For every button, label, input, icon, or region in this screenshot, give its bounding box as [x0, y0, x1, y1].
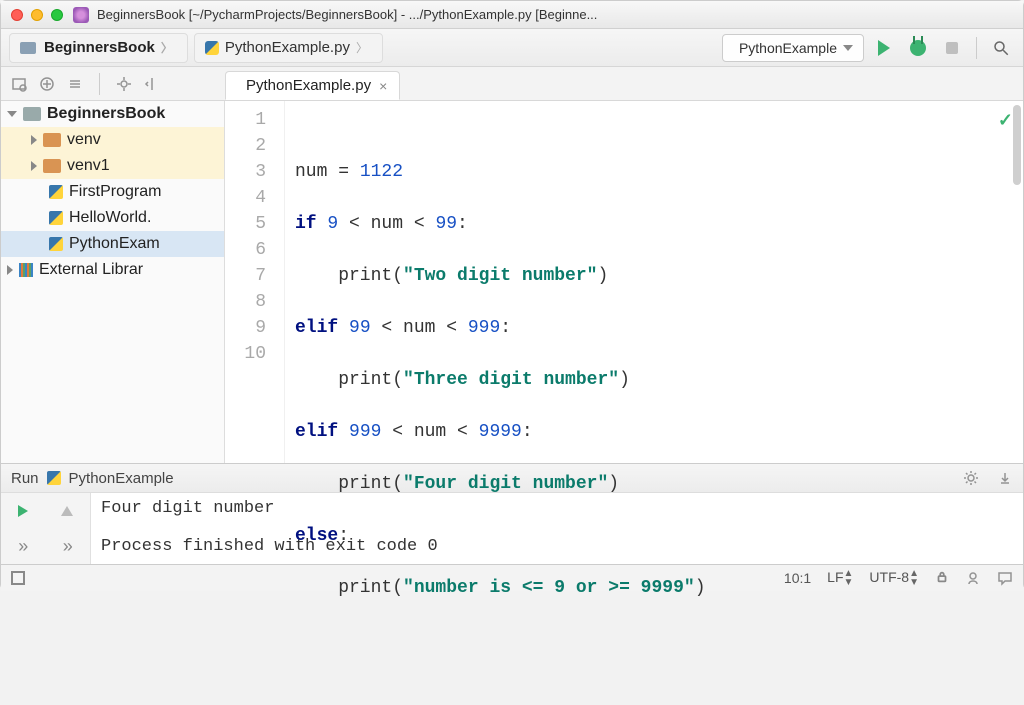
stop-icon	[946, 42, 958, 54]
line-number: 5	[225, 211, 266, 237]
chevron-right-icon: 〉	[356, 39, 368, 56]
library-icon	[19, 263, 33, 277]
line-number: 7	[225, 263, 266, 289]
stop-button[interactable]	[938, 34, 966, 62]
line-number: 8	[225, 289, 266, 315]
collapse-all-button[interactable]	[67, 76, 83, 92]
folder-icon	[43, 133, 61, 147]
run-button[interactable]	[870, 34, 898, 62]
code-content[interactable]: num = 1122 if 9 < num < 99: print("Two d…	[285, 101, 1023, 463]
editor-scrollbar[interactable]	[1013, 105, 1021, 185]
line-number: 6	[225, 237, 266, 263]
close-tab-button[interactable]: ×	[379, 78, 387, 94]
run-config-name: PythonExample	[739, 40, 837, 56]
editor-tab[interactable]: PythonExample.py ×	[225, 71, 400, 100]
hide-button[interactable]	[144, 76, 160, 92]
expand-icon[interactable]	[7, 111, 17, 117]
console-line: Four digit number	[101, 499, 274, 518]
search-button[interactable]	[987, 34, 1015, 62]
titlebar: BeginnersBook [~/PycharmProjects/Beginne…	[1, 1, 1023, 29]
rerun-button[interactable]	[18, 505, 28, 517]
expand-icon[interactable]	[7, 265, 13, 275]
settings-button[interactable]	[116, 76, 132, 92]
breadcrumb-project[interactable]: BeginnersBook 〉	[9, 33, 188, 63]
select-opened-file-button[interactable]	[11, 76, 27, 92]
inspection-ok-icon: ✓	[998, 109, 1013, 135]
line-number: 4	[225, 185, 266, 211]
tree-item-pythonexample[interactable]: PythonExam	[1, 231, 224, 257]
chevron-right-icon: 〉	[161, 39, 173, 56]
tree-label: venv	[67, 131, 101, 149]
python-file-icon	[205, 41, 219, 55]
bug-icon	[910, 40, 926, 56]
folder-icon	[20, 42, 36, 54]
main-area: BeginnersBook venv venv1 FirstProgram He…	[1, 101, 1023, 463]
more-actions-button[interactable]: »	[63, 536, 73, 557]
expand-all-button[interactable]	[39, 76, 55, 92]
debug-button[interactable]	[904, 34, 932, 62]
run-settings-button[interactable]	[963, 470, 979, 486]
folder-icon	[23, 107, 41, 121]
python-file-icon	[49, 237, 63, 251]
inspector-icon[interactable]	[965, 570, 981, 586]
tree-item-firstprogram[interactable]: FirstProgram	[1, 179, 224, 205]
line-number: 2	[225, 133, 266, 159]
tree-external-libraries[interactable]: External Librar	[1, 257, 224, 283]
run-panel-config: PythonExample	[69, 470, 174, 487]
tree-item-venv[interactable]: venv	[1, 127, 224, 153]
tree-label: External Librar	[39, 261, 143, 279]
breadcrumb-project-label: BeginnersBook	[44, 39, 155, 56]
play-icon	[878, 40, 890, 56]
toolbar-separator	[976, 37, 977, 59]
line-number-gutter: 1 2 3 4 5 6 7 8 9 10	[225, 101, 285, 463]
close-window-button[interactable]	[11, 9, 23, 21]
minimize-window-button[interactable]	[31, 9, 43, 21]
run-config-selector[interactable]: PythonExample	[722, 34, 864, 62]
line-number: 10	[225, 341, 266, 367]
breadcrumb-file[interactable]: PythonExample.py 〉	[194, 33, 383, 63]
tree-root-label: BeginnersBook	[47, 105, 165, 123]
expand-icon[interactable]	[31, 161, 37, 171]
tree-label: FirstProgram	[69, 183, 161, 201]
sub-toolbar: PythonExample.py ×	[1, 67, 1023, 101]
tree-label: venv1	[67, 157, 110, 175]
feedback-icon[interactable]	[997, 570, 1013, 586]
toolbar-separator	[99, 73, 100, 95]
line-number: 1	[225, 107, 266, 133]
tree-root[interactable]: BeginnersBook	[1, 101, 224, 127]
breadcrumb-file-label: PythonExample.py	[225, 39, 350, 56]
pycharm-app-icon	[73, 7, 89, 23]
folder-icon	[43, 159, 61, 173]
editor-tab-filename: PythonExample.py	[246, 77, 371, 94]
python-file-icon	[49, 211, 63, 225]
line-number: 3	[225, 159, 266, 185]
window-controls	[11, 9, 63, 21]
line-number: 9	[225, 315, 266, 341]
more-actions-button[interactable]: »	[18, 536, 28, 557]
tree-item-venv1[interactable]: venv1	[1, 153, 224, 179]
main-toolbar: BeginnersBook 〉 PythonExample.py 〉 Pytho…	[1, 29, 1023, 67]
window-title: BeginnersBook [~/PycharmProjects/Beginne…	[97, 7, 597, 22]
search-icon	[992, 39, 1010, 57]
maximize-window-button[interactable]	[51, 9, 63, 21]
python-file-icon	[47, 471, 61, 485]
current-line-highlight	[285, 341, 1023, 367]
code-editor[interactable]: 1 2 3 4 5 6 7 8 9 10 num = 1122 if 9 < n…	[225, 101, 1023, 463]
tree-label: PythonExam	[69, 235, 160, 253]
project-sidebar[interactable]: BeginnersBook venv venv1 FirstProgram He…	[1, 101, 225, 463]
tool-windows-button[interactable]	[11, 571, 25, 585]
run-gutter: » »	[1, 493, 91, 564]
run-hide-button[interactable]	[997, 470, 1013, 486]
scroll-up-button[interactable]	[61, 506, 73, 516]
tree-label: HelloWorld.	[69, 209, 151, 227]
run-panel-label: Run	[11, 470, 39, 487]
python-file-icon	[49, 185, 63, 199]
tree-item-helloworld[interactable]: HelloWorld.	[1, 205, 224, 231]
expand-icon[interactable]	[31, 135, 37, 145]
chevron-down-icon	[843, 45, 853, 51]
